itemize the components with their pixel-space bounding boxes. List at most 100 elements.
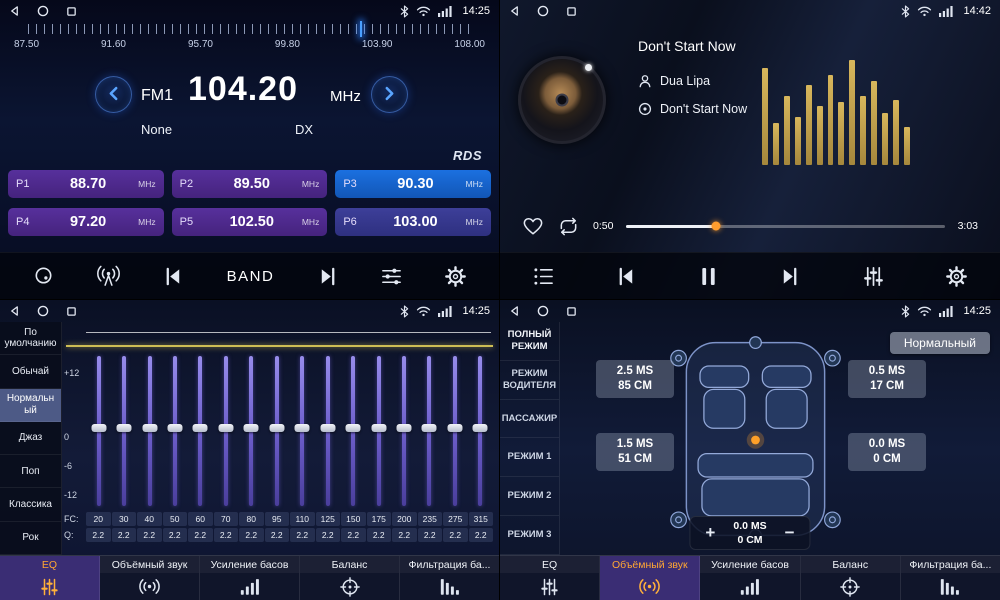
mode-full[interactable]: ПОЛНЫЙ РЕЖИМ: [500, 322, 559, 361]
front-left-delay[interactable]: 2.5 MS 85 CM: [596, 360, 674, 398]
mode-passenger[interactable]: ПАССАЖИР: [500, 400, 559, 439]
frequency-scale[interactable]: 87.50 91.60 95.70 99.80 103.90 108.00: [10, 24, 489, 62]
previous-track-icon[interactable]: [615, 266, 638, 287]
tab-surround[interactable]: Объёмный звук: [100, 556, 200, 600]
eq-band-slider[interactable]: [290, 356, 315, 506]
preset-2[interactable]: P2 89.50 MHz: [172, 170, 328, 198]
band-button[interactable]: BAND: [227, 268, 275, 285]
eq-band-slider[interactable]: [188, 356, 213, 506]
delay-adjuster: + 0.0 MS 0 CM −: [689, 516, 810, 550]
rear-right-delay[interactable]: 0.0 MS 0 CM: [848, 433, 926, 471]
wifi-icon: [917, 6, 932, 17]
nav-back-icon[interactable]: [509, 305, 520, 317]
nav-recents-icon[interactable]: [66, 306, 77, 317]
sound-preset-button[interactable]: Нормальный: [890, 332, 990, 354]
previous-track-icon[interactable]: [162, 266, 185, 287]
tab-eq[interactable]: EQ: [0, 556, 100, 600]
preset-4[interactable]: P4 97.20 MHz: [8, 208, 164, 236]
eq-preset-default[interactable]: По умолчанию: [0, 322, 61, 355]
tab-filter[interactable]: Фильтрация ба...: [400, 556, 499, 600]
nav-home-icon[interactable]: [37, 5, 49, 17]
eq-band-slider[interactable]: [315, 356, 340, 506]
audio-sliders-icon[interactable]: [380, 265, 403, 288]
tab-surround[interactable]: Объёмный звук: [600, 556, 700, 600]
settings-gear-icon[interactable]: [945, 265, 968, 288]
status-bar: 14:25: [0, 0, 499, 22]
broadcast-antenna-icon[interactable]: [96, 265, 121, 288]
eq-band-slider[interactable]: [340, 356, 365, 506]
eq-band-slider[interactable]: [239, 356, 264, 506]
nav-recents-icon[interactable]: [566, 6, 577, 17]
decrease-delay-button[interactable]: −: [783, 522, 797, 543]
progress-fill: [626, 225, 715, 228]
tab-filter[interactable]: Фильтрация ба...: [901, 556, 1000, 600]
eq-band-slider[interactable]: [417, 356, 442, 506]
scale-labels: 87.50 91.60 95.70 99.80 103.90 108.00: [14, 39, 485, 50]
tab-bass-boost[interactable]: Усиление басов: [200, 556, 300, 600]
preset-6[interactable]: P6 103.00 MHz: [335, 208, 491, 236]
next-track-icon[interactable]: [778, 266, 801, 287]
status-time: 14:42: [963, 5, 991, 17]
eq-band-sliders: [86, 356, 493, 506]
pause-icon[interactable]: [699, 266, 718, 287]
tune-down-button[interactable]: [95, 76, 132, 113]
bluetooth-icon: [400, 305, 409, 318]
tab-balance[interactable]: Баланс: [801, 556, 901, 600]
mode-2[interactable]: РЕЖИМ 2: [500, 477, 559, 516]
eq-preset-jazz[interactable]: Джаз: [0, 422, 61, 455]
eq-band-slider[interactable]: [86, 356, 111, 506]
increase-delay-button[interactable]: +: [703, 522, 717, 543]
eq-band-slider[interactable]: [137, 356, 162, 506]
eq-band-slider[interactable]: [468, 356, 493, 506]
nav-back-icon[interactable]: [9, 5, 20, 17]
eq-curve-line: [66, 345, 493, 347]
rear-left-delay[interactable]: 1.5 MS 51 CM: [596, 433, 674, 471]
eq-band-slider[interactable]: [366, 356, 391, 506]
delay-adjust-value: 0.0 MS 0 CM: [733, 519, 766, 547]
mode-driver[interactable]: РЕЖИМ ВОДИТЕЛЯ: [500, 361, 559, 400]
progress-knob[interactable]: [711, 222, 720, 231]
eq-band-slider[interactable]: [391, 356, 416, 506]
tab-bass-boost[interactable]: Усиление басов: [700, 556, 800, 600]
tab-eq[interactable]: EQ: [500, 556, 600, 600]
signal-icon: [939, 306, 953, 317]
front-right-delay[interactable]: 0.5 MS 17 CM: [848, 360, 926, 398]
nav-recents-icon[interactable]: [66, 6, 77, 17]
eq-band-slider[interactable]: [213, 356, 238, 506]
eq-preset-rock[interactable]: Рок: [0, 522, 61, 555]
nav-home-icon[interactable]: [537, 5, 549, 17]
mode-3[interactable]: РЕЖИМ 3: [500, 516, 559, 555]
seek-scan-icon[interactable]: [32, 265, 55, 288]
status-time: 14:25: [462, 305, 490, 317]
eq-preset-pop[interactable]: Поп: [0, 455, 61, 488]
tab-balance[interactable]: Баланс: [300, 556, 400, 600]
radio-screen: 14:25 87.50 91.60 95.70 99.80 103.90 108…: [0, 0, 500, 300]
preset-5[interactable]: P5 102.50 MHz: [172, 208, 328, 236]
nav-home-icon[interactable]: [537, 305, 549, 317]
nav-back-icon[interactable]: [509, 5, 520, 17]
player-toolbar: [500, 252, 1000, 299]
progress-bar[interactable]: [626, 225, 944, 228]
playlist-icon[interactable]: [532, 266, 555, 287]
settings-gear-icon[interactable]: [444, 265, 467, 288]
eq-band-slider[interactable]: [264, 356, 289, 506]
tune-up-button[interactable]: [371, 76, 408, 113]
next-track-icon[interactable]: [316, 266, 339, 287]
eq-band-slider[interactable]: [442, 356, 467, 506]
nav-back-icon[interactable]: [9, 305, 20, 317]
mode-1[interactable]: РЕЖИМ 1: [500, 438, 559, 477]
status-time: 14:25: [963, 305, 991, 317]
eq-preset-normal[interactable]: Нормальный: [0, 389, 61, 422]
repeat-icon[interactable]: [557, 216, 580, 237]
nav-home-icon[interactable]: [37, 305, 49, 317]
eq-band-slider[interactable]: [162, 356, 187, 506]
equalizer-screen: 14:25 По умолчанию Обычай Нормальный Джа…: [0, 300, 500, 600]
favorite-heart-icon[interactable]: [522, 216, 544, 236]
eq-band-slider[interactable]: [111, 356, 136, 506]
nav-recents-icon[interactable]: [566, 306, 577, 317]
eq-sliders-icon[interactable]: [862, 265, 885, 288]
preset-3[interactable]: P3 90.30 MHz: [335, 170, 491, 198]
eq-preset-classic[interactable]: Классика: [0, 488, 61, 521]
eq-preset-custom[interactable]: Обычай: [0, 355, 61, 388]
preset-1[interactable]: P1 88.70 MHz: [8, 170, 164, 198]
